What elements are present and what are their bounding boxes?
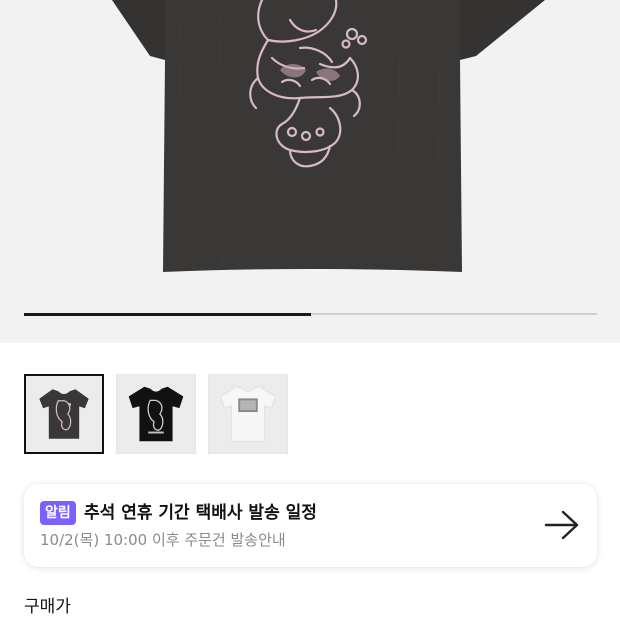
purchase-price-label: 구매가 bbox=[24, 597, 71, 617]
gallery-progress-track bbox=[24, 312, 597, 316]
tshirt-image bbox=[112, 0, 545, 272]
notice-title: 추석 연휴 기간 택배사 발송 일정 bbox=[84, 503, 317, 523]
notice-banner[interactable]: 알림 추석 연휴 기간 택배사 발송 일정 10/2(목) 10:00 이후 주… bbox=[24, 484, 597, 567]
product-page: 알림 추석 연휴 기간 택배사 발송 일정 10/2(목) 10:00 이후 주… bbox=[0, 0, 620, 620]
black-tee-image bbox=[117, 375, 195, 453]
thumbnail-list bbox=[24, 374, 288, 454]
product-image-carousel[interactable] bbox=[0, 0, 620, 343]
notice-subtitle: 10/2(목) 10:00 이후 주문건 발송안내 bbox=[40, 531, 286, 549]
thumbnail-charcoal-tee[interactable] bbox=[24, 374, 104, 454]
notice-badge: 알림 bbox=[40, 501, 76, 525]
charcoal-tee-image bbox=[26, 376, 102, 452]
white-tee-image bbox=[209, 375, 287, 453]
thumbnail-white-tee[interactable] bbox=[208, 374, 288, 454]
gallery-progress-fill bbox=[24, 312, 311, 316]
arrow-right-icon[interactable] bbox=[543, 509, 581, 541]
thumbnail-black-tee[interactable] bbox=[116, 374, 196, 454]
